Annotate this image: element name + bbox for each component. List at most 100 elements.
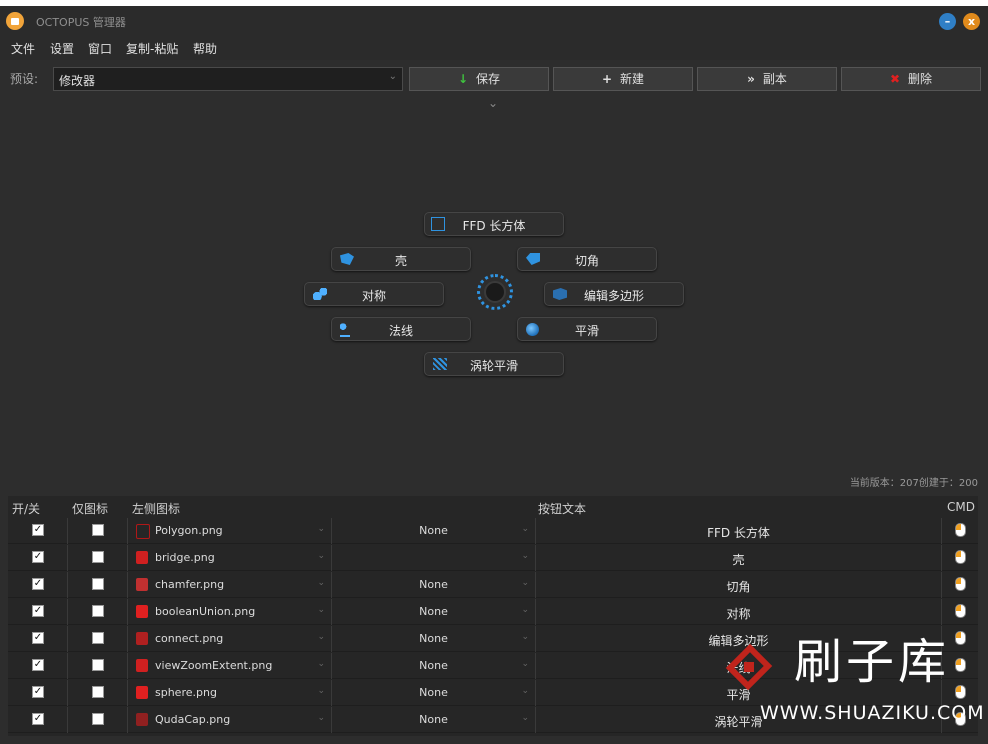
cmd-cell[interactable] bbox=[942, 545, 978, 571]
quad-button-shell[interactable]: 壳 bbox=[331, 247, 471, 271]
cmd-cell[interactable] bbox=[942, 518, 978, 544]
right-icon-cell[interactable]: ⌄ bbox=[332, 545, 536, 571]
chevron-down-icon: ⌄ bbox=[317, 632, 325, 642]
brush-logo-icon bbox=[725, 643, 773, 691]
quad-button-label: 法线 bbox=[388, 324, 413, 338]
chevron-down-icon: ⌄ bbox=[521, 686, 529, 696]
left-icon-cell[interactable]: connect.png ⌄ bbox=[128, 626, 332, 652]
quad-button-ffd-box[interactable]: FFD 长方体 bbox=[424, 212, 564, 236]
icon-only-cell bbox=[68, 653, 128, 679]
menu-help[interactable]: 帮助 bbox=[193, 40, 217, 57]
button-text-cell[interactable]: 切角 bbox=[536, 572, 942, 598]
modifier-icon bbox=[136, 686, 148, 699]
onoff-checkbox[interactable]: ✓ bbox=[32, 713, 44, 725]
quad-button-normal[interactable]: 法线 bbox=[331, 317, 471, 341]
cmd-cell[interactable] bbox=[942, 572, 978, 598]
onoff-checkbox[interactable]: ✓ bbox=[32, 632, 44, 644]
right-icon-value: None bbox=[419, 632, 448, 645]
icon-only-checkbox[interactable] bbox=[92, 605, 104, 617]
save-button[interactable]: ↓ 保存 bbox=[409, 67, 549, 91]
modifier-icon bbox=[136, 713, 148, 726]
right-icon-cell[interactable]: None ⌄ bbox=[332, 653, 536, 679]
table-row[interactable]: ✓ bridge.png ⌄ ⌄ 壳 bbox=[8, 545, 978, 571]
new-label: 新建 bbox=[620, 72, 645, 86]
onoff-cell: ✓ bbox=[8, 572, 68, 598]
onoff-cell: ✓ bbox=[8, 545, 68, 571]
quad-button-chamfer[interactable]: 切角 bbox=[517, 247, 657, 271]
right-icon-value: None bbox=[419, 578, 448, 591]
header-onoff: 开/关 bbox=[12, 502, 41, 516]
button-text-value: FFD 长方体 bbox=[707, 526, 770, 540]
close-button[interactable]: x bbox=[963, 13, 980, 30]
double-chevron-icon: » bbox=[747, 72, 755, 86]
left-icon-cell[interactable]: Polygon.png ⌄ bbox=[128, 518, 332, 544]
icon-only-cell bbox=[68, 680, 128, 706]
icon-only-checkbox[interactable] bbox=[92, 578, 104, 590]
new-button[interactable]: + 新建 bbox=[553, 67, 693, 91]
quad-button-edit-poly[interactable]: 编辑多边形 bbox=[544, 282, 684, 306]
duplicate-button[interactable]: » 副本 bbox=[697, 67, 837, 91]
quad-button-turbosmooth[interactable]: 涡轮平滑 bbox=[424, 352, 564, 376]
icon-only-cell bbox=[68, 518, 128, 544]
icon-only-cell bbox=[68, 572, 128, 598]
icon-only-cell bbox=[68, 599, 128, 625]
icon-filename: QudaCap.png bbox=[155, 713, 231, 726]
icon-only-checkbox[interactable] bbox=[92, 686, 104, 698]
right-icon-cell[interactable]: None ⌄ bbox=[332, 518, 536, 544]
button-text-cell[interactable]: FFD 长方体 bbox=[536, 518, 942, 544]
left-icon-cell[interactable]: bridge.png ⌄ bbox=[128, 545, 332, 571]
onoff-checkbox[interactable]: ✓ bbox=[32, 659, 44, 671]
icon-filename: viewZoomExtent.png bbox=[155, 659, 273, 672]
right-icon-cell[interactable]: None ⌄ bbox=[332, 572, 536, 598]
mouse-icon bbox=[955, 523, 966, 537]
mouse-icon bbox=[955, 577, 966, 591]
quad-button-label: FFD 长方体 bbox=[462, 219, 526, 233]
chevron-down-icon: ⌄ bbox=[521, 713, 529, 723]
left-icon-cell[interactable]: viewZoomExtent.png ⌄ bbox=[128, 653, 332, 679]
right-icon-cell[interactable]: None ⌄ bbox=[332, 599, 536, 625]
onoff-checkbox[interactable]: ✓ bbox=[32, 524, 44, 536]
menu-window[interactable]: 窗口 bbox=[88, 40, 112, 57]
icon-only-checkbox[interactable] bbox=[92, 659, 104, 671]
icon-only-checkbox[interactable] bbox=[92, 632, 104, 644]
chevron-down-icon: ⌄ bbox=[317, 551, 325, 561]
icon-only-checkbox[interactable] bbox=[92, 524, 104, 536]
minimize-button[interactable]: – bbox=[939, 13, 956, 30]
delete-button[interactable]: ✖ 删除 bbox=[841, 67, 981, 91]
right-icon-cell[interactable]: None ⌄ bbox=[332, 626, 536, 652]
onoff-checkbox[interactable]: ✓ bbox=[32, 686, 44, 698]
icon-only-checkbox[interactable] bbox=[92, 551, 104, 563]
left-icon-cell[interactable]: QudaCap.png ⌄ bbox=[128, 707, 332, 733]
preset-dropdown[interactable]: 修改器 ⌄ bbox=[53, 67, 403, 91]
icon-only-checkbox[interactable] bbox=[92, 713, 104, 725]
watermark: 刷子库 WWW.SHUAZIKU.COM bbox=[718, 622, 984, 732]
left-icon-cell[interactable]: chamfer.png ⌄ bbox=[128, 572, 332, 598]
onoff-checkbox[interactable]: ✓ bbox=[32, 605, 44, 617]
header-left-icon: 左侧图标 bbox=[132, 502, 181, 516]
left-icon-cell[interactable]: booleanUnion.png ⌄ bbox=[128, 599, 332, 625]
icon-only-cell bbox=[68, 626, 128, 652]
menu-settings[interactable]: 设置 bbox=[50, 40, 74, 57]
button-text-cell[interactable]: 壳 bbox=[536, 545, 942, 571]
onoff-checkbox[interactable]: ✓ bbox=[32, 578, 44, 590]
watermark-url: WWW.SHUAZIKU.COM bbox=[760, 702, 985, 724]
right-icon-value: None bbox=[419, 605, 448, 618]
collapse-chevron-icon[interactable]: ⌄ bbox=[488, 96, 498, 110]
onoff-cell: ✓ bbox=[8, 707, 68, 733]
quad-button-smooth[interactable]: 平滑 bbox=[517, 317, 657, 341]
quad-button-symmetry[interactable]: 对称 bbox=[304, 282, 444, 306]
table-row[interactable]: ✓ chamfer.png ⌄ None ⌄ 切角 bbox=[8, 572, 978, 598]
icon-only-cell bbox=[68, 707, 128, 733]
right-icon-cell[interactable]: None ⌄ bbox=[332, 707, 536, 733]
quad-button-label: 平滑 bbox=[574, 324, 599, 338]
onoff-cell: ✓ bbox=[8, 626, 68, 652]
onoff-checkbox[interactable]: ✓ bbox=[32, 551, 44, 563]
menu-file[interactable]: 文件 bbox=[11, 40, 35, 57]
header-cmd: CMD bbox=[947, 500, 975, 514]
modifier-icon bbox=[136, 659, 148, 672]
table-row[interactable]: ✓ Polygon.png ⌄ None ⌄ FFD 长方体 bbox=[8, 518, 978, 544]
chevron-down-icon: ⌄ bbox=[317, 605, 325, 615]
left-icon-cell[interactable]: sphere.png ⌄ bbox=[128, 680, 332, 706]
right-icon-cell[interactable]: None ⌄ bbox=[332, 680, 536, 706]
menu-copy-paste[interactable]: 复制-粘贴 bbox=[126, 40, 178, 57]
